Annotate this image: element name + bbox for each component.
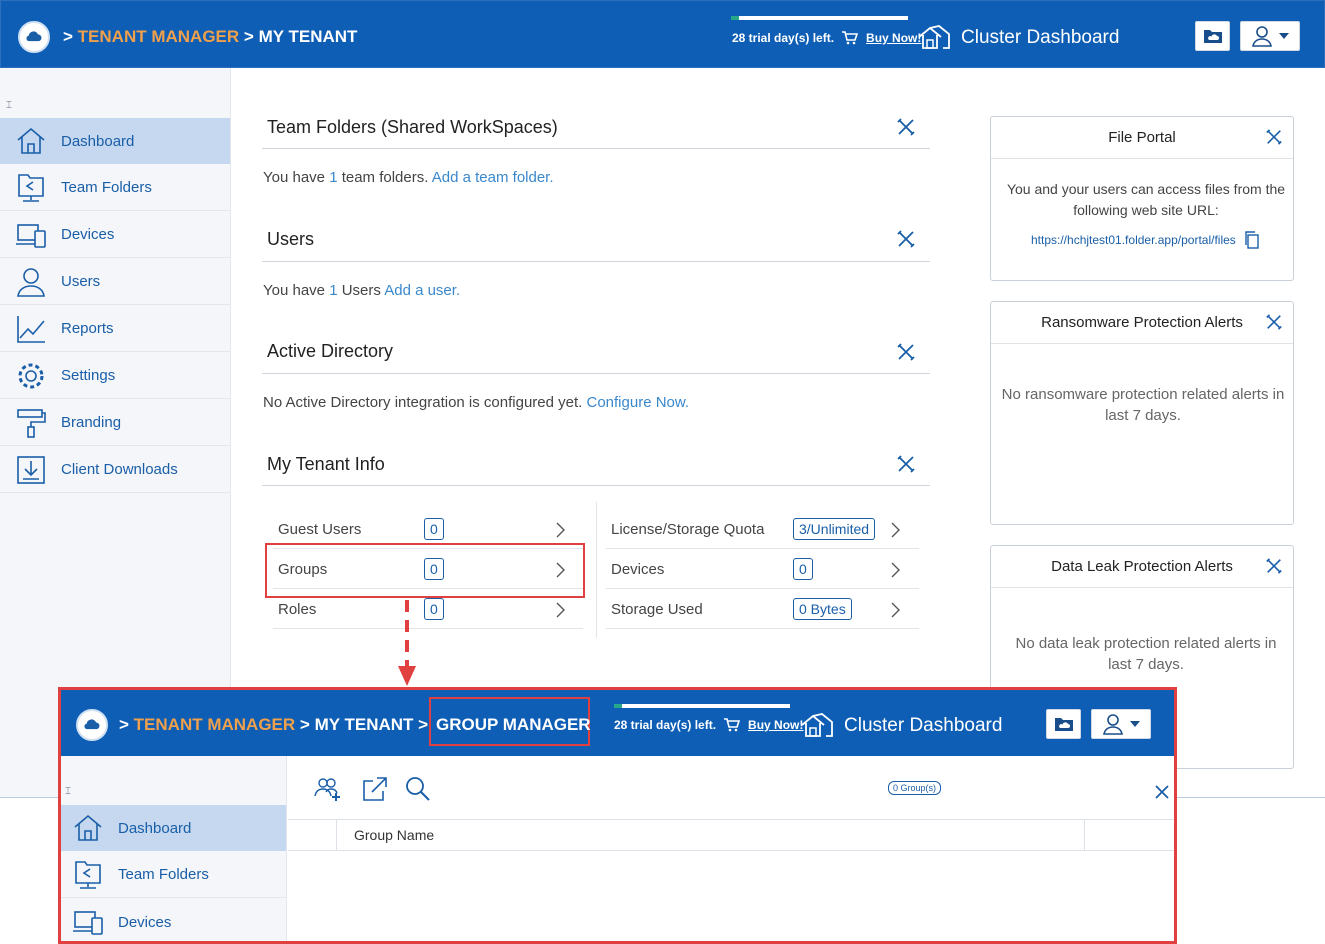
pin-sidebar-icon[interactable]: ⌶	[6, 100, 12, 111]
settings-icon	[14, 359, 48, 393]
wrench-screwdriver-icon[interactable]	[896, 342, 916, 362]
file-browser-button[interactable]	[1046, 709, 1081, 739]
sidebar-item-dashboard[interactable]: Dashboard	[0, 118, 230, 164]
caret-down-icon	[1130, 721, 1140, 727]
portal-url-link[interactable]: https://hchjtest01.folder.app/portal/fil…	[1031, 233, 1236, 247]
sidebar-item-settings[interactable]: Settings	[0, 353, 230, 399]
trial-progress-bar	[731, 16, 908, 20]
breadcrumb-my-tenant[interactable]: MY TENANT	[259, 27, 358, 46]
add-team-folder-link[interactable]: Add a team folder.	[432, 169, 554, 186]
dashed-arrow-icon	[398, 600, 416, 686]
reports-icon	[14, 312, 48, 346]
user-menu-button[interactable]	[1091, 709, 1151, 739]
groups-table-header: Group Name	[288, 819, 1174, 851]
file-browser-button[interactable]	[1195, 21, 1230, 51]
chevron-right-icon	[891, 522, 900, 538]
user-avatar-icon	[1103, 714, 1123, 735]
sidebar-item-team-folders[interactable]: Team Folders	[0, 165, 230, 211]
storage-used-value: 0 Bytes	[793, 598, 852, 620]
wrench-screwdriver-icon[interactable]	[1265, 128, 1283, 146]
home-icon	[14, 124, 48, 158]
home-icon	[71, 811, 105, 845]
breadcrumb-group-manager: GROUP MANAGER	[436, 715, 591, 734]
trial-info: 28 trial day(s) left. Buy Now!	[614, 718, 804, 732]
devices-icon	[71, 905, 105, 939]
cloud-logo-icon[interactable]	[76, 709, 108, 741]
cloud-logo-icon[interactable]	[18, 21, 50, 53]
add-group-icon[interactable]	[314, 776, 342, 802]
wrench-screwdriver-icon[interactable]	[1265, 557, 1283, 575]
folder-cloud-icon	[1054, 718, 1073, 731]
copy-icon[interactable]	[1244, 231, 1260, 249]
inset-sidebar: ⌶ Dashboard Team Folders Devices	[61, 756, 287, 941]
sidebar-item-client-downloads[interactable]: Client Downloads	[0, 447, 230, 493]
user-avatar-icon	[1252, 26, 1272, 47]
trial-info: 28 trial day(s) left. Buy Now!	[732, 31, 922, 45]
chevron-right-icon	[891, 602, 900, 618]
group-count-badge: 0 Group(s)	[888, 781, 942, 795]
license-quota-value: 3/Unlimited	[793, 518, 876, 540]
cluster-house-icon	[801, 713, 833, 737]
search-icon[interactable]	[405, 776, 431, 802]
sidebar-item-reports[interactable]: Reports	[0, 306, 230, 352]
wrench-screwdriver-icon[interactable]	[1265, 313, 1283, 331]
column-header-group-name[interactable]: Group Name	[354, 827, 434, 843]
chevron-right-icon	[556, 522, 565, 538]
cluster-house-icon	[918, 25, 950, 49]
inset-breadcrumb: > TENANT MANAGER > MY TENANT >	[119, 715, 429, 734]
caret-down-icon	[1279, 33, 1289, 39]
group-manager-inset: > TENANT MANAGER > MY TENANT > GROUP MAN…	[58, 687, 1177, 944]
export-icon[interactable]	[362, 776, 388, 802]
team-folder-icon	[14, 171, 48, 205]
cart-icon	[842, 31, 859, 45]
pin-sidebar-icon[interactable]: ⌶	[65, 786, 71, 797]
team-folders-title: Team Folders (Shared WorkSpaces)	[267, 117, 558, 137]
users-icon	[14, 265, 48, 299]
wrench-screwdriver-icon[interactable]	[896, 229, 916, 249]
sidebar-item-team-folders[interactable]: Team Folders	[61, 852, 286, 898]
sidebar-item-dashboard[interactable]: Dashboard	[61, 805, 286, 851]
configure-now-link[interactable]: Configure Now.	[587, 394, 690, 411]
breadcrumb-tenant-manager[interactable]: TENANT MANAGER	[78, 27, 240, 46]
chevron-right-icon	[556, 602, 565, 618]
team-folder-icon	[71, 858, 105, 892]
active-directory-title: Active Directory	[267, 341, 394, 361]
users-summary: You have 1 Users Add a user.	[263, 282, 461, 299]
cluster-dashboard-link[interactable]: Cluster Dashboard	[917, 25, 1119, 51]
top-header: > TENANT MANAGER > MY TENANT 28 trial da…	[0, 0, 1325, 68]
sidebar-item-devices[interactable]: Devices	[0, 212, 230, 258]
wrench-screwdriver-icon[interactable]	[896, 117, 916, 137]
inset-header: > TENANT MANAGER > MY TENANT > GROUP MAN…	[61, 690, 1174, 756]
user-menu-button[interactable]	[1240, 21, 1300, 51]
tenant-info-title: My Tenant Info	[267, 454, 385, 474]
file-portal-panel: File Portal You and your users can acces…	[990, 116, 1294, 281]
sidebar-item-users[interactable]: Users	[0, 259, 230, 305]
cart-icon	[724, 718, 741, 732]
guest-users-count: 0	[424, 518, 444, 540]
devices-icon	[14, 218, 48, 252]
download-icon	[14, 453, 48, 487]
folder-cloud-icon	[1203, 30, 1222, 43]
branding-icon	[14, 406, 48, 440]
groups-highlight-box	[265, 543, 585, 598]
active-directory-summary: No Active Directory integration is confi…	[263, 394, 690, 411]
users-title: Users	[267, 229, 315, 249]
buy-now-link[interactable]: Buy Now!	[748, 718, 803, 732]
devices-count: 0	[793, 558, 813, 580]
cluster-dashboard-link[interactable]: Cluster Dashboard	[800, 713, 1002, 739]
buy-now-link[interactable]: Buy Now!	[866, 31, 921, 45]
breadcrumb: > TENANT MANAGER > MY TENANT	[63, 27, 358, 46]
wrench-screwdriver-icon[interactable]	[896, 454, 916, 474]
add-user-link[interactable]: Add a user.	[384, 282, 460, 299]
ransomware-alerts-panel: Ransomware Protection Alerts No ransomwa…	[990, 301, 1294, 525]
close-icon[interactable]	[1155, 785, 1169, 799]
trial-progress-bar	[614, 704, 790, 708]
chevron-right-icon	[891, 562, 900, 578]
sidebar-item-branding[interactable]: Branding	[0, 400, 230, 446]
sidebar-item-devices[interactable]: Devices	[61, 899, 286, 941]
team-folders-summary: You have 1 team folders. Add a team fold…	[263, 169, 554, 186]
roles-count: 0	[424, 598, 444, 620]
